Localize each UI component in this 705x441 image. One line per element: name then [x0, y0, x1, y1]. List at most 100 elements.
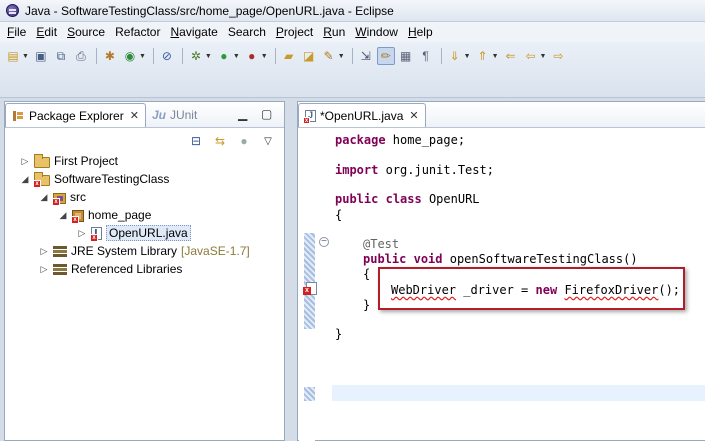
jre-version-decoration: [JavaSE-1.7]	[181, 244, 250, 258]
code-line: public void openSoftwareTestingClass()	[363, 252, 638, 266]
minimize-icon[interactable]: ▁	[238, 107, 247, 121]
explorer-toolbar: ⊟ ⇆ ● ▽	[5, 128, 284, 154]
expand-icon[interactable]: ▷	[38, 246, 50, 257]
block-selection-icon[interactable]: ▦	[397, 47, 415, 65]
toolbar-separator	[152, 48, 154, 64]
expand-icon[interactable]: ▷	[38, 264, 50, 275]
collapse-icon[interactable]: ◢	[57, 210, 69, 221]
library-icon	[53, 263, 67, 276]
external-tools-icon[interactable]: ●	[243, 47, 261, 65]
maximize-icon[interactable]: ▢	[261, 107, 272, 121]
expand-icon[interactable]: ▷	[19, 156, 31, 167]
editor-tab-label: *OpenURL.java	[320, 108, 404, 123]
tab-junit[interactable]: Ju JUnit	[146, 103, 203, 127]
toolbar-row: ▤ ▼ ▣ ⧉ ⎙ ✱ ◉ ▼ ⊘ ✲ ▼ ● ▼ ● ▼ ▰ ◪ ✎ ▼ ⇲ ✏ ▦ ¶ …	[4, 45, 569, 67]
tree-item-first-project[interactable]: ▷ First Project	[19, 152, 118, 170]
new-dropdown-icon[interactable]: ▼	[22, 53, 29, 60]
editor-tab-bar: x *OpenURL.java ✕	[298, 102, 705, 128]
code-line: {	[363, 267, 371, 281]
skip-breakpoints-icon[interactable]: ⊘	[158, 47, 176, 65]
menu-search[interactable]: Search	[223, 22, 271, 42]
menu-help[interactable]: Help	[403, 22, 438, 42]
search-dropdown-icon[interactable]: ▼	[338, 53, 345, 60]
new-class-icon[interactable]: ◉	[121, 47, 139, 65]
tree-item-software-testing-class[interactable]: ◢ x SoftwareTestingClass	[19, 170, 169, 188]
code-line: @Test	[363, 237, 400, 251]
forward-icon[interactable]: ⇨	[549, 47, 567, 65]
close-icon[interactable]: ✕	[409, 109, 418, 122]
close-icon[interactable]: ✕	[130, 109, 139, 122]
tree-item-jre-system-library[interactable]: ▷ JRE System Library [JavaSE-1.7]	[38, 242, 250, 260]
open-task-icon[interactable]: ◪	[300, 47, 318, 65]
collapse-icon[interactable]: ◢	[19, 174, 31, 185]
back-icon[interactable]: ⇦	[522, 47, 540, 65]
tab-openurl-java[interactable]: x *OpenURL.java ✕	[298, 103, 426, 127]
menu-source[interactable]: Source	[62, 22, 110, 42]
toolbar-separator	[440, 48, 442, 64]
tree-item-home-page[interactable]: ◢ x home_page	[57, 206, 151, 224]
view-menu-icon[interactable]: ▽	[260, 133, 276, 149]
toggle-mark-occurrences-icon[interactable]: ⇲	[357, 47, 375, 65]
code-line: }	[335, 327, 343, 341]
tree-item-src[interactable]: ◢ x src	[38, 188, 86, 206]
code-line: }	[363, 298, 371, 312]
previous-annotation-dropdown-icon[interactable]: ▼	[492, 53, 499, 60]
link-with-editor-icon[interactable]: ⇆	[212, 133, 228, 149]
debug-dropdown-icon[interactable]: ▼	[205, 53, 212, 60]
tab-package-explorer[interactable]: Package Explorer ✕	[5, 103, 146, 127]
menu-run[interactable]: Run	[318, 22, 350, 42]
previous-annotation-icon[interactable]: ⇑	[474, 47, 492, 65]
current-line-highlight	[332, 385, 705, 401]
package-icon: x	[71, 209, 84, 224]
debug-icon[interactable]: ✲	[187, 47, 205, 65]
menu-navigate[interactable]: Navigate	[165, 22, 222, 42]
run-dropdown-icon[interactable]: ▼	[233, 53, 240, 60]
toggle-highlight-icon[interactable]: ✏	[376, 47, 395, 65]
menu-edit[interactable]: Edit	[31, 22, 62, 42]
menu-window[interactable]: Window	[350, 22, 403, 42]
toolbar-separator	[95, 48, 97, 64]
folding-column: −	[318, 129, 332, 441]
toolbar-separator	[274, 48, 276, 64]
focus-icon[interactable]: ●	[236, 133, 252, 149]
tree-item-referenced-libraries[interactable]: ▷ Referenced Libraries	[38, 260, 183, 278]
error-marker-icon[interactable]	[303, 282, 317, 295]
java-file-icon: x	[90, 226, 102, 242]
menu-file[interactable]: File	[2, 22, 31, 42]
fold-collapse-icon[interactable]: −	[319, 237, 329, 247]
next-annotation-dropdown-icon[interactable]: ▼	[464, 53, 471, 60]
search-icon[interactable]: ✎	[320, 47, 338, 65]
annotation-ruler	[299, 129, 317, 441]
next-annotation-icon[interactable]: ⇓	[446, 47, 464, 65]
expand-icon[interactable]: ▷	[76, 228, 88, 239]
quick-diff-bar	[304, 387, 315, 401]
new-java-project-icon[interactable]: ✱	[101, 47, 119, 65]
run-icon[interactable]: ●	[215, 47, 233, 65]
project-folder-error-icon: x	[33, 171, 50, 188]
open-type-icon[interactable]: ▰	[280, 47, 298, 65]
external-tools-dropdown-icon[interactable]: ▼	[261, 53, 268, 60]
quick-diff-bar	[304, 233, 315, 329]
tree-item-openurl-java[interactable]: ▷ x OpenURL.java	[76, 224, 191, 242]
junit-icon: Ju	[151, 108, 166, 122]
code-line: import org.junit.Test;	[335, 163, 494, 177]
main-toolbar: ▤ ▼ ▣ ⧉ ⎙ ✱ ◉ ▼ ⊘ ✲ ▼ ● ▼ ● ▼ ▰ ◪ ✎ ▼ ⇲ ✏ ▦ ¶ …	[0, 42, 705, 98]
menu-refactor[interactable]: Refactor	[110, 22, 165, 42]
back-dropdown-icon[interactable]: ▼	[540, 53, 547, 60]
save-icon[interactable]: ▣	[32, 47, 50, 65]
new-class-dropdown-icon[interactable]: ▼	[139, 53, 146, 60]
last-edit-location-icon[interactable]: ⇐	[502, 47, 520, 65]
collapse-icon[interactable]: ◢	[38, 192, 50, 203]
save-all-icon[interactable]: ⧉	[52, 47, 70, 65]
toolbar-separator	[181, 48, 183, 64]
code-line: public class OpenURL	[335, 192, 480, 206]
project-folder-icon	[34, 153, 50, 168]
show-whitespace-icon[interactable]: ¶	[417, 47, 435, 65]
new-icon[interactable]: ▤	[4, 47, 22, 65]
print-icon[interactable]: ⎙	[72, 47, 90, 65]
menu-project[interactable]: Project	[271, 22, 318, 42]
library-icon	[53, 245, 67, 258]
collapse-all-icon[interactable]: ⊟	[188, 133, 204, 149]
tab-junit-label: JUnit	[169, 108, 198, 122]
window-title: Java - SoftwareTestingClass/src/home_pag…	[25, 3, 394, 18]
